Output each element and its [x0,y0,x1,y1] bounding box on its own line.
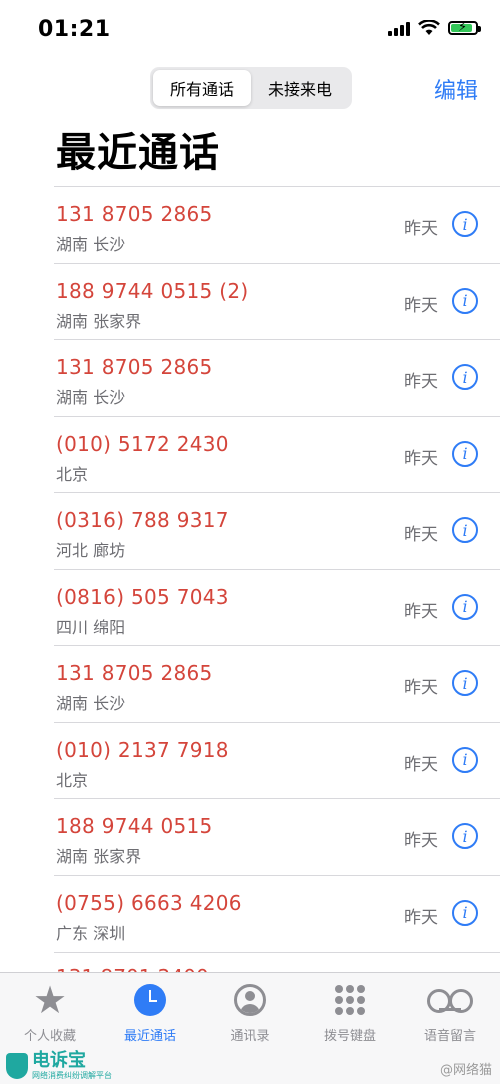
star-icon: ★ [32,978,68,1022]
page-title: 最近通话 [56,130,220,176]
call-time: 昨天 [404,678,438,698]
call-number: (010) 5172 2430 [56,431,229,456]
segment-missed-calls[interactable]: 未接来电 [251,70,349,106]
call-number: (010) 2137 7918 [56,737,229,762]
call-location: 北京 [56,770,89,790]
call-number: (0755) 6663 4206 [56,890,242,915]
status-bar: 01:21 ⚡ [0,0,500,62]
watermark-subtitle: 网络消费纠纷调解平台 [32,1071,112,1080]
info-icon[interactable]: i [452,823,478,849]
call-location: 广东 深圳 [56,923,126,943]
tab-label: 通讯录 [230,1029,270,1044]
call-number: 188 9744 0515 (2) [56,278,249,303]
call-row[interactable]: 131 8705 2865 湖南 长沙 昨天 i [54,645,500,722]
call-time: 昨天 [404,525,438,545]
partial-call-row[interactable]: 131 8701 2400 [54,952,500,973]
tab-voicemail[interactable]: 语音留言 [400,981,500,1044]
shield-icon [6,1052,28,1079]
voicemail-icon [427,989,473,1013]
call-number: 131 8705 2865 [56,202,213,226]
call-location: 河北 廊坊 [56,541,126,560]
tab-bar: ★ 个人收藏 最近通话 通讯录 拨号键盘 语音留言 电诉宝 网络消费纠纷调解平台… [0,972,500,1084]
call-time: 昨天 [404,831,438,851]
tab-label: 最近通话 [123,1029,176,1044]
info-icon[interactable]: i [452,899,478,926]
tab-keypad[interactable]: 拨号键盘 [300,981,400,1044]
battery-icon: ⚡ [448,20,481,35]
tab-contacts[interactable]: 通讯录 [200,981,300,1044]
call-row[interactable]: (0316) 788 9317 河北 廊坊 昨天 i [54,492,500,569]
recent-calls-list: 131 8705 2865 湖南 长沙 昨天 i 188 9744 0515 (… [0,186,500,951]
call-location: 湖南 长沙 [56,694,126,713]
segment-all-calls[interactable]: 所有通话 [153,70,251,106]
info-icon[interactable]: i [452,211,478,237]
call-number: (0816) 505 7043 [56,584,229,609]
keypad-icon [335,985,365,1015]
call-row[interactable]: 188 9744 0515 (2) 湖南 张家界 昨天 i [54,262,500,340]
watermark-credit: @网络猫 [439,1063,492,1078]
call-time: 昨天 [404,601,438,622]
call-location: 北京 [56,464,89,484]
call-time: 昨天 [404,219,438,239]
contacts-icon [234,984,266,1016]
tab-recents[interactable]: 最近通话 [100,981,200,1044]
info-icon[interactable]: i [452,364,478,390]
status-icons: ⚡ [388,20,481,36]
call-time: 昨天 [404,448,438,469]
info-icon[interactable]: i [452,593,478,620]
tab-favorites[interactable]: ★ 个人收藏 [0,981,100,1044]
call-time: 昨天 [404,754,438,775]
watermark-title: 电诉宝 [32,1050,86,1071]
tab-label: 个人收藏 [23,1029,76,1044]
wifi-icon [418,20,440,35]
edit-button[interactable]: 编辑 [434,73,478,105]
call-row[interactable]: (0755) 6663 4206 广东 深圳 昨天 i [54,874,500,952]
info-icon[interactable]: i [452,440,478,467]
call-number: (0316) 788 9317 [56,508,229,532]
call-location: 四川 绵阳 [56,617,126,637]
call-location: 湖南 长沙 [56,388,126,407]
call-time: 昨天 [404,372,438,392]
tab-label: 语音留言 [423,1029,476,1044]
call-time: 昨天 [404,295,438,316]
call-number: 188 9744 0515 [56,814,213,838]
info-icon[interactable]: i [452,517,478,543]
signal-icon [388,20,410,36]
call-row[interactable]: (0816) 505 7043 四川 绵阳 昨天 i [54,568,500,646]
call-row[interactable]: 131 8705 2865 湖南 长沙 昨天 i [54,339,500,416]
call-location: 湖南 张家界 [56,311,142,331]
call-number: 131 8705 2865 [56,661,213,685]
status-time: 01:21 [38,17,111,42]
info-icon[interactable]: i [452,746,478,773]
call-row[interactable]: 131 8705 2865 湖南 长沙 昨天 i [54,186,500,263]
call-location: 湖南 张家界 [56,847,142,866]
call-time: 昨天 [404,907,438,928]
call-row[interactable]: (010) 5172 2430 北京 昨天 i [54,415,500,493]
call-row[interactable]: 188 9744 0515 湖南 张家界 昨天 i [54,798,500,875]
info-icon[interactable]: i [452,670,478,696]
info-icon[interactable]: i [452,287,478,314]
tab-label: 拨号键盘 [323,1029,376,1044]
call-filter-segmented-control: 所有通话 未接来电 [150,67,352,109]
call-row[interactable]: (010) 2137 7918 北京 昨天 i [54,721,500,799]
call-location: 湖南 长沙 [56,235,126,254]
call-number: 131 8705 2865 [56,355,213,379]
watermark-logo: 电诉宝 网络消费纠纷调解平台 [6,1051,112,1080]
clock-icon [134,984,166,1016]
